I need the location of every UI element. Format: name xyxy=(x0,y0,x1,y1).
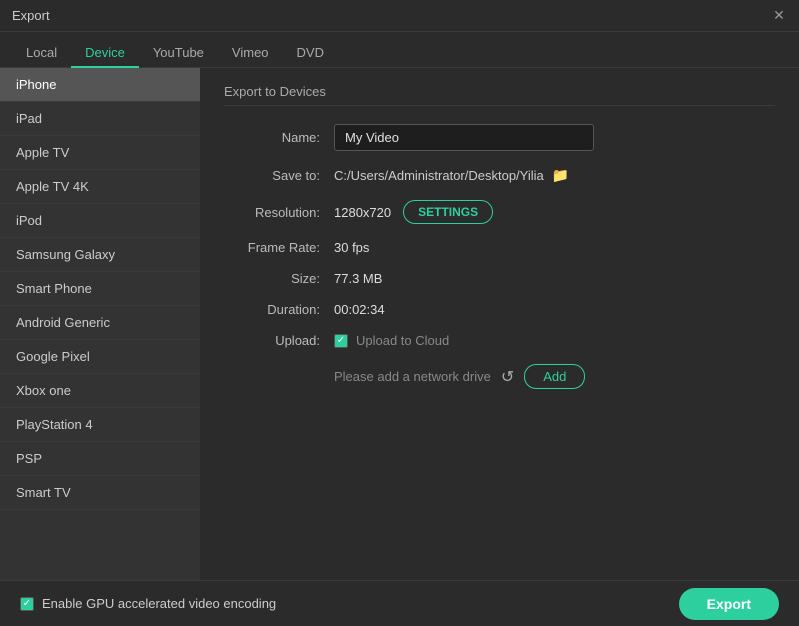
resolution-label: Resolution: xyxy=(224,205,334,220)
network-drive-row: Please add a network drive ↺ Add xyxy=(334,364,775,389)
save-path-text: C:/Users/Administrator/Desktop/Yilia xyxy=(334,168,544,183)
size-row: Size: 77.3 MB xyxy=(224,271,775,286)
save-to-label: Save to: xyxy=(224,168,334,183)
export-window: Export ✕ Local Device YouTube Vimeo DVD … xyxy=(0,0,799,626)
upload-cloud-row: Upload to Cloud xyxy=(334,333,449,348)
tab-youtube[interactable]: YouTube xyxy=(139,39,218,68)
name-label: Name: xyxy=(224,130,334,145)
frame-rate-label: Frame Rate: xyxy=(224,240,334,255)
settings-button[interactable]: SETTINGS xyxy=(403,200,493,224)
main-content: iPhone iPad Apple TV Apple TV 4K iPod Sa… xyxy=(0,68,799,580)
sidebar-item-ipad[interactable]: iPad xyxy=(0,102,200,136)
path-row: C:/Users/Administrator/Desktop/Yilia 📁 xyxy=(334,167,569,184)
duration-row: Duration: 00:02:34 xyxy=(224,302,775,317)
tab-device[interactable]: Device xyxy=(71,39,139,68)
upload-cloud-label: Upload to Cloud xyxy=(356,333,449,348)
sidebar-item-samsung-galaxy[interactable]: Samsung Galaxy xyxy=(0,238,200,272)
sidebar-item-iphone[interactable]: iPhone xyxy=(0,68,200,102)
frame-rate-row: Frame Rate: 30 fps xyxy=(224,240,775,255)
tab-vimeo[interactable]: Vimeo xyxy=(218,39,283,68)
sidebar-item-xbox-one[interactable]: Xbox one xyxy=(0,374,200,408)
tab-local[interactable]: Local xyxy=(12,39,71,68)
duration-label: Duration: xyxy=(224,302,334,317)
network-drive-text: Please add a network drive xyxy=(334,369,491,384)
right-panel: Export to Devices Name: Save to: C:/User… xyxy=(200,68,799,580)
sidebar-item-apple-tv[interactable]: Apple TV xyxy=(0,136,200,170)
name-row: Name: xyxy=(224,124,775,151)
sidebar-item-psp[interactable]: PSP xyxy=(0,442,200,476)
gpu-row: Enable GPU accelerated video encoding xyxy=(20,596,276,611)
tab-dvd[interactable]: DVD xyxy=(283,39,338,68)
duration-value: 00:02:34 xyxy=(334,302,385,317)
sidebar-item-smart-tv[interactable]: Smart TV xyxy=(0,476,200,510)
gpu-label: Enable GPU accelerated video encoding xyxy=(42,596,276,611)
sidebar-item-playstation-4[interactable]: PlayStation 4 xyxy=(0,408,200,442)
sidebar-item-ipod[interactable]: iPod xyxy=(0,204,200,238)
sidebar-item-apple-tv-4k[interactable]: Apple TV 4K xyxy=(0,170,200,204)
gpu-checkbox[interactable] xyxy=(20,597,34,611)
folder-icon[interactable]: 📁 xyxy=(552,167,569,184)
section-title: Export to Devices xyxy=(224,84,775,106)
add-button[interactable]: Add xyxy=(524,364,585,389)
sidebar-item-google-pixel[interactable]: Google Pixel xyxy=(0,340,200,374)
footer: Enable GPU accelerated video encoding Ex… xyxy=(0,580,799,626)
frame-rate-value: 30 fps xyxy=(334,240,369,255)
close-button[interactable]: ✕ xyxy=(771,8,787,24)
resolution-value: 1280x720 xyxy=(334,205,391,220)
tab-bar: Local Device YouTube Vimeo DVD xyxy=(0,32,799,68)
save-to-row: Save to: C:/Users/Administrator/Desktop/… xyxy=(224,167,775,184)
title-bar: Export ✕ xyxy=(0,0,799,32)
upload-row: Upload: Upload to Cloud xyxy=(224,333,775,348)
size-value: 77.3 MB xyxy=(334,271,382,286)
window-title: Export xyxy=(12,8,50,23)
sidebar-item-android-generic[interactable]: Android Generic xyxy=(0,306,200,340)
sidebar-item-smart-phone[interactable]: Smart Phone xyxy=(0,272,200,306)
name-input[interactable] xyxy=(334,124,594,151)
export-button[interactable]: Export xyxy=(679,588,779,620)
upload-cloud-checkbox[interactable] xyxy=(334,334,348,348)
resolution-row: Resolution: 1280x720 SETTINGS xyxy=(224,200,775,224)
refresh-icon[interactable]: ↺ xyxy=(501,367,514,387)
upload-label: Upload: xyxy=(224,333,334,348)
size-label: Size: xyxy=(224,271,334,286)
device-sidebar: iPhone iPad Apple TV Apple TV 4K iPod Sa… xyxy=(0,68,200,580)
